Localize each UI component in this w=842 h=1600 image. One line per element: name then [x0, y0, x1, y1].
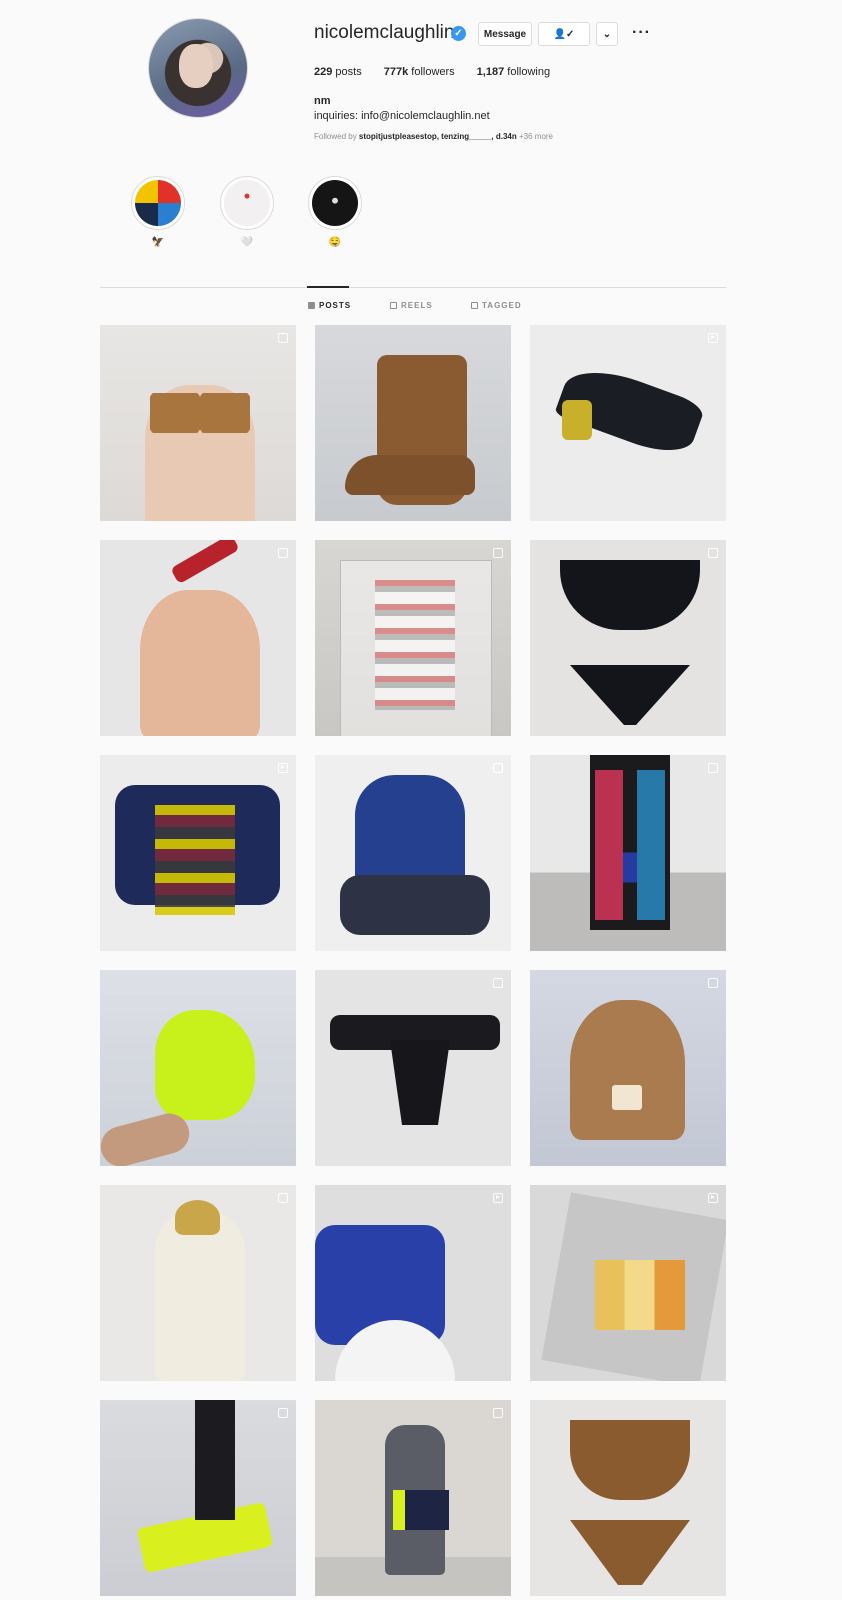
post-thumbnail[interactable] — [315, 1400, 511, 1596]
highlight-label: 🦅 — [151, 237, 165, 248]
highlight-label: 🤤 — [328, 237, 342, 248]
post-thumbnail[interactable] — [530, 1185, 726, 1381]
chevron-down-icon: ⌄ — [602, 28, 612, 40]
highlight-label: 🤍 — [240, 237, 254, 248]
post-thumbnail[interactable] — [100, 1400, 296, 1596]
verified-badge-icon: ✓ — [451, 26, 466, 41]
profile-bio: inquiries: info@nicolemclaughlin.net — [314, 110, 490, 122]
followers-stat[interactable]: 777k followers — [384, 66, 455, 78]
post-thumbnail[interactable] — [530, 325, 726, 521]
person-check-icon: 👤✓ — [553, 28, 575, 40]
carousel-icon — [493, 978, 503, 988]
carousel-icon — [493, 548, 503, 558]
tabs-divider — [100, 287, 726, 288]
reel-icon — [278, 763, 288, 773]
followed-by-text[interactable]: Followed by stopitjustpleasestop, tenzin… — [314, 132, 553, 141]
post-thumbnail[interactable] — [530, 970, 726, 1166]
post-thumbnail[interactable] — [315, 755, 511, 951]
carousel-icon — [708, 763, 718, 773]
profile-stats: 229 posts 777k followers 1,187 following — [314, 66, 550, 78]
suggested-dropdown-button[interactable]: ⌄ — [596, 22, 618, 46]
carousel-icon — [493, 1408, 503, 1418]
reel-icon — [708, 1193, 718, 1203]
carousel-icon — [278, 1408, 288, 1418]
post-thumbnail[interactable] — [530, 1400, 726, 1596]
post-thumbnail[interactable] — [100, 325, 296, 521]
tab-tagged[interactable]: TAGGED — [471, 301, 522, 310]
profile-avatar[interactable] — [148, 18, 248, 118]
carousel-icon — [278, 1193, 288, 1203]
active-tab-indicator — [307, 286, 349, 288]
post-thumbnail[interactable] — [100, 755, 296, 951]
highlight-cover-1 — [135, 180, 181, 226]
posts-grid — [100, 325, 726, 1596]
carousel-icon — [708, 978, 718, 988]
tab-posts[interactable]: POSTS — [308, 301, 351, 310]
following-button[interactable]: 👤✓ — [538, 22, 590, 46]
following-stat[interactable]: 1,187 following — [477, 66, 550, 78]
post-thumbnail[interactable] — [315, 970, 511, 1166]
reels-icon — [390, 302, 397, 309]
story-highlight[interactable]: 🦅 — [131, 176, 185, 248]
story-highlight[interactable]: 🤍 — [220, 176, 274, 248]
carousel-icon — [493, 763, 503, 773]
tagged-icon — [471, 302, 478, 309]
more-options-icon[interactable]: ··· — [632, 24, 651, 42]
post-thumbnail[interactable] — [530, 540, 726, 736]
post-thumbnail[interactable] — [530, 755, 726, 951]
highlight-cover-3 — [312, 180, 358, 226]
post-thumbnail[interactable] — [100, 1185, 296, 1381]
profile-username: nicolemclaughlin — [314, 22, 455, 43]
tab-reels[interactable]: REELS — [390, 301, 433, 310]
grid-icon — [308, 302, 315, 309]
posts-stat: 229 posts — [314, 66, 362, 78]
reel-icon — [708, 333, 718, 343]
reel-icon — [493, 1193, 503, 1203]
post-thumbnail[interactable] — [100, 970, 296, 1166]
carousel-icon — [278, 333, 288, 343]
carousel-icon — [278, 548, 288, 558]
carousel-icon — [708, 548, 718, 558]
profile-full-name: nm — [314, 95, 331, 107]
post-thumbnail[interactable] — [315, 540, 511, 736]
post-thumbnail[interactable] — [315, 1185, 511, 1381]
story-highlight[interactable]: 🤤 — [308, 176, 362, 248]
post-thumbnail[interactable] — [100, 540, 296, 736]
post-thumbnail[interactable] — [315, 325, 511, 521]
highlight-cover-2 — [224, 180, 270, 226]
message-button[interactable]: Message — [478, 22, 532, 46]
